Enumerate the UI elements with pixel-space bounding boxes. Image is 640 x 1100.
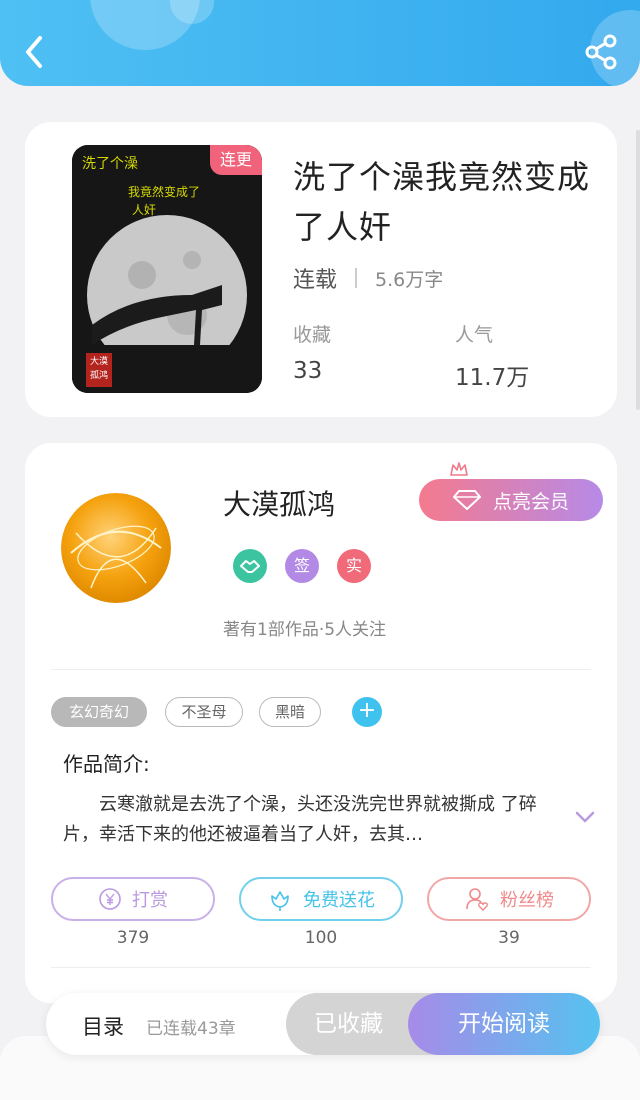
- author-card: 大漠孤鸿 点亮会员 签 实 著有1部作品·5人关注 玄幻奇幻 不圣母 黑暗 + …: [25, 443, 617, 1003]
- book-cover[interactable]: 洗了个澡 我竟然变成了 人奸 大漠孤鸿 连更: [72, 145, 262, 393]
- fan-ranking-button[interactable]: 粉丝榜: [427, 877, 591, 921]
- share-icon: [585, 34, 617, 70]
- genre-tag[interactable]: 玄幻奇幻: [51, 697, 147, 727]
- tag[interactable]: 黑暗: [259, 697, 321, 727]
- bottom-action-bar: 目录 已连载43章 已收藏 开始阅读: [46, 993, 600, 1055]
- fan-icon: [466, 888, 488, 911]
- serial-badge: 连更: [210, 145, 262, 175]
- scrollbar[interactable]: [636, 130, 640, 410]
- fan-count: 39: [498, 928, 520, 948]
- flower-count: 100: [304, 928, 338, 948]
- divider: [51, 967, 591, 968]
- divider: [355, 268, 358, 288]
- send-flower-button[interactable]: 免费送花: [239, 877, 403, 921]
- cover-title-line2: 我竟然变成了: [128, 185, 201, 199]
- popularity-value: 11.7万: [455, 365, 530, 391]
- fan-ranking-label: 粉丝榜: [500, 890, 554, 911]
- book-status-row: 连载 5.6万字: [293, 262, 443, 294]
- popularity-label: 人气: [455, 324, 494, 346]
- handshake-icon: [240, 560, 260, 573]
- tag[interactable]: 不圣母: [165, 697, 243, 727]
- flower-icon: [271, 891, 289, 911]
- chevron-down-icon[interactable]: [573, 807, 597, 827]
- vip-label: 点亮会员: [492, 490, 569, 513]
- book-info-card: 洗了个澡 我竟然变成了 人奸 大漠孤鸿 连更 洗了个澡我竟然变成了人奸 连载 5…: [25, 122, 617, 417]
- serial-status: 连载: [293, 268, 338, 293]
- cover-title-line1: 洗了个澡: [82, 156, 138, 172]
- chevron-left-icon: [26, 36, 42, 68]
- divider: [51, 669, 591, 670]
- favorites-value: 33: [293, 358, 323, 384]
- favorites-label: 收藏: [293, 324, 332, 346]
- add-tag-button[interactable]: +: [352, 697, 382, 727]
- word-count: 5.6万字: [375, 268, 444, 291]
- reward-button[interactable]: 打赏: [51, 877, 215, 921]
- handshake-badge: [233, 549, 267, 583]
- toc-button[interactable]: 目录: [82, 1011, 124, 1041]
- reward-label: 打赏: [132, 890, 168, 911]
- back-button[interactable]: [18, 32, 54, 72]
- author-meta: 著有1部作品·5人关注: [223, 620, 387, 640]
- top-header: [0, 0, 640, 86]
- cover-seal: 大漠孤鸿: [89, 357, 108, 381]
- chapter-count[interactable]: 已连载43章: [146, 1014, 236, 1039]
- vip-button[interactable]: 点亮会员: [419, 479, 603, 521]
- intro-text[interactable]: 云寒澈就是去洗了个澡，头还没洗完世界就被撕成 了碎片，幸活下来的他还被逼着当了人…: [63, 790, 553, 850]
- intro-title: 作品简介:: [63, 752, 150, 776]
- send-flower-label: 免费送花: [303, 890, 375, 911]
- yen-icon: [99, 888, 121, 910]
- signed-badge: 签: [285, 549, 319, 583]
- crown-icon: [450, 462, 468, 476]
- diamond-icon: [452, 490, 481, 510]
- cover-title-line3: 人奸: [132, 203, 157, 217]
- verified-badge: 实: [337, 549, 371, 583]
- book-title: 洗了个澡我竟然变成了人奸: [293, 158, 591, 246]
- reward-count: 379: [116, 928, 150, 948]
- start-reading-button[interactable]: 开始阅读: [408, 993, 600, 1055]
- author-avatar-image: [61, 493, 171, 603]
- author-name[interactable]: 大漠孤鸿: [223, 483, 335, 523]
- avatar[interactable]: [61, 493, 171, 603]
- share-button[interactable]: [582, 32, 622, 72]
